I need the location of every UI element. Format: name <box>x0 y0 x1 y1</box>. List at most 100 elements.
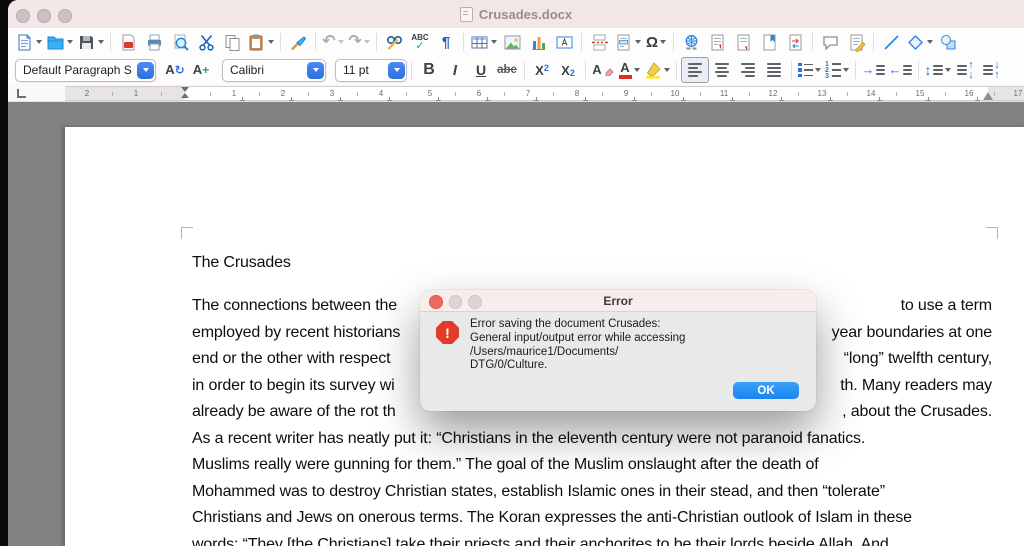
special-character-button[interactable]: Ω <box>643 30 669 54</box>
export-pdf-button[interactable] <box>115 30 141 54</box>
italic-button[interactable]: I <box>442 58 468 82</box>
update-style-button[interactable]: A ↻ <box>162 58 188 82</box>
redo-dropdown[interactable] <box>363 40 370 44</box>
document-heading[interactable]: The Crusades <box>192 249 992 276</box>
insert-image-button[interactable] <box>499 30 525 54</box>
text-line[interactable]: words: “They [the Christians] take their… <box>192 532 992 546</box>
bullet-list-dropdown[interactable] <box>815 68 821 72</box>
font-color-button[interactable]: A <box>616 58 642 82</box>
new-style-button[interactable]: A + <box>188 58 214 82</box>
clear-formatting-button[interactable]: A <box>590 58 616 82</box>
undo-button[interactable]: ↶ <box>320 30 346 54</box>
basic-shapes-button[interactable] <box>904 30 935 54</box>
paste-dropdown[interactable] <box>268 40 274 44</box>
tab-stop-selector[interactable] <box>17 89 26 98</box>
spelling-button[interactable]: ABC ✓ <box>407 30 433 54</box>
print-button[interactable] <box>141 30 167 54</box>
decrease-indent-button[interactable]: ← <box>887 58 914 82</box>
underline-button[interactable]: U <box>468 58 494 82</box>
text-line[interactable]: Muslims really were gunning for them.” T… <box>192 452 992 479</box>
align-left-button[interactable] <box>681 57 709 83</box>
hyperlink-button[interactable] <box>678 30 704 54</box>
clone-formatting-button[interactable] <box>285 30 311 54</box>
paste-button[interactable] <box>245 30 276 54</box>
text-line[interactable]: Mohammed was to destroy Christian states… <box>192 479 992 506</box>
font-name-dropdown[interactable] <box>307 61 324 79</box>
increase-indent-button[interactable]: → <box>860 58 887 82</box>
numbered-list-button[interactable]: 123 <box>823 58 851 82</box>
numbered-list-dropdown[interactable] <box>842 68 849 72</box>
italic-label: I <box>452 61 458 79</box>
ruler-tabstop-mark <box>877 97 882 101</box>
special-character-dropdown[interactable] <box>660 40 667 44</box>
ruler-number: 4 <box>378 88 384 98</box>
bullet-list-button[interactable] <box>796 58 823 82</box>
justify-icon <box>767 63 781 77</box>
highlight-color-dropdown[interactable] <box>664 68 670 72</box>
font-color-dropdown[interactable] <box>633 68 640 72</box>
insert-page-break-button[interactable] <box>586 30 612 54</box>
insert-chart-button[interactable] <box>525 30 551 54</box>
strikethrough-button[interactable]: abe <box>494 58 520 82</box>
align-right-button[interactable] <box>735 58 761 82</box>
line-spacing-dropdown[interactable] <box>944 68 951 72</box>
formatting-marks-button[interactable]: ¶ <box>433 30 459 54</box>
horizontal-ruler[interactable]: 2 1 1 2 3 4 5 6 7 8 9 10 11 12 13 14 15 16 17 <box>8 84 1024 102</box>
dialog-close-button[interactable] <box>429 295 443 309</box>
ruler-halftick <box>258 92 260 96</box>
insert-footnote-button[interactable] <box>704 30 730 54</box>
text-line[interactable]: Christians and Jews on onerous terms. Th… <box>192 505 992 532</box>
subscript-button[interactable]: X2 <box>555 58 581 82</box>
show-draw-functions-button[interactable] <box>935 30 961 54</box>
insert-table-dropdown[interactable] <box>491 40 497 44</box>
ruler-strip[interactable]: 2 1 1 2 3 4 5 6 7 8 9 10 11 12 13 14 15 16 17 <box>65 86 1024 101</box>
paragraph-style-dropdown[interactable] <box>137 61 154 79</box>
line-spacing-button[interactable]: ↕ <box>923 58 953 82</box>
insert-field-button[interactable] <box>612 30 643 54</box>
undo-dropdown[interactable] <box>337 40 344 44</box>
increase-paragraph-spacing-button[interactable]: ↑ ↓ <box>953 58 979 82</box>
justify-button[interactable] <box>761 58 787 82</box>
decrease-paragraph-spacing-button[interactable]: ↓ ↑ <box>979 58 1005 82</box>
insert-bookmark-button[interactable] <box>756 30 782 54</box>
insert-field-dropdown[interactable] <box>635 40 641 44</box>
new-document-button[interactable] <box>13 30 44 54</box>
find-replace-button[interactable] <box>381 30 407 54</box>
window-titlebar[interactable]: Crusades.docx <box>8 0 1024 29</box>
open-button[interactable] <box>44 30 75 54</box>
print-preview-button[interactable] <box>167 30 193 54</box>
highlight-color-button[interactable] <box>642 58 672 82</box>
cut-button[interactable] <box>193 30 219 54</box>
font-size-combo[interactable]: 11 pt <box>335 58 407 82</box>
font-size-dropdown[interactable] <box>388 61 405 79</box>
right-indent-marker[interactable] <box>983 92 993 100</box>
insert-text-box-button[interactable] <box>551 30 577 54</box>
align-center-button[interactable] <box>709 58 735 82</box>
redo-button[interactable]: ↷ <box>346 30 372 54</box>
ruler-number: 9 <box>623 88 629 98</box>
save-button[interactable] <box>75 30 106 54</box>
basic-shapes-dropdown[interactable] <box>927 40 933 44</box>
insert-endnote-button[interactable] <box>730 30 756 54</box>
dialog-zoom-button <box>468 295 482 309</box>
highlighter-icon <box>646 62 661 79</box>
text-line[interactable]: As a recent writer has neatly put it: “C… <box>192 426 992 453</box>
insert-line-button[interactable] <box>878 30 904 54</box>
left-indent-marker[interactable] <box>181 87 189 98</box>
insert-comment-button[interactable] <box>817 30 843 54</box>
bold-button[interactable]: B <box>416 58 442 82</box>
font-name-combo[interactable]: Calibri <box>222 58 326 82</box>
paragraph-style-combo[interactable]: Default Paragraph S <box>15 58 156 82</box>
open-dropdown[interactable] <box>67 40 73 44</box>
standard-toolbar: ↶ ↷ ABC ✓ ¶ Ω <box>8 28 1024 57</box>
ruler-halftick <box>552 92 554 96</box>
copy-button[interactable] <box>219 30 245 54</box>
save-dropdown[interactable] <box>98 40 104 44</box>
superscript-button[interactable]: X2 <box>529 58 555 82</box>
cross-reference-button[interactable] <box>782 30 808 54</box>
track-changes-button[interactable] <box>843 30 869 54</box>
new-document-dropdown[interactable] <box>36 40 42 44</box>
insert-table-button[interactable] <box>468 30 499 54</box>
ruler-number: 15 <box>915 88 925 98</box>
ok-button[interactable]: OK <box>733 382 799 399</box>
